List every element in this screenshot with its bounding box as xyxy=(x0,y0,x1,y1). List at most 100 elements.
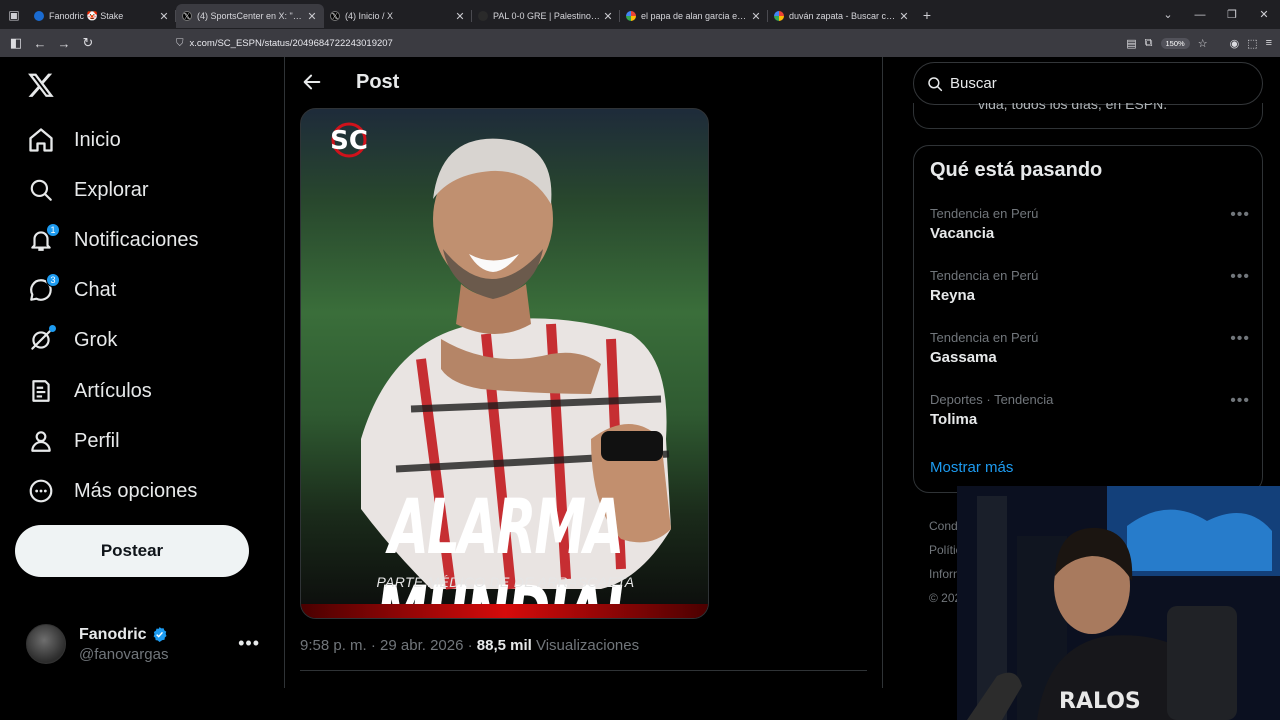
browser-tab[interactable]: duván zapata - Buscar con Goo ✕ xyxy=(768,4,916,28)
post-button[interactable]: Postear xyxy=(15,525,249,577)
new-tab-icon[interactable]: + xyxy=(916,7,938,23)
search-input[interactable]: Buscar xyxy=(913,62,1263,105)
close-tab-icon[interactable]: ✕ xyxy=(306,10,318,23)
forward-icon[interactable]: → xyxy=(52,36,76,51)
divider xyxy=(300,670,867,671)
x-favicon-icon: 𝕏 xyxy=(182,11,192,21)
bell-icon: 1 xyxy=(26,223,60,255)
screenshot-icon[interactable]: ⧉ xyxy=(1145,37,1153,50)
back-arrow-icon[interactable] xyxy=(301,71,323,93)
image-headline: ALARMA MUNDIAL xyxy=(375,485,637,619)
tab-title: Fanodric 🤡 Stake xyxy=(49,10,124,21)
profile-summary-card: vida, todos los días, en ESPN. xyxy=(913,103,1263,129)
reader-view-icon[interactable]: ▤ xyxy=(1126,37,1136,50)
close-tab-icon[interactable]: ✕ xyxy=(898,10,910,23)
nav-label: Grok xyxy=(74,328,118,351)
trend-item[interactable]: Tendencia en Perú Gassama ••• xyxy=(930,330,1250,366)
extensions-icon[interactable]: ⬚ xyxy=(1247,37,1257,50)
left-navigation: Inicio Explorar 1 Notificaciones 3 Chat … xyxy=(0,57,284,720)
sidebar-toggle-icon[interactable]: ◧ xyxy=(4,35,28,51)
site-info-icon[interactable]: ⛉ xyxy=(176,38,184,49)
account-switcher[interactable]: Fanodric @fanovargas ••• xyxy=(26,623,270,665)
trend-item[interactable]: Tendencia en Perú Vacancia ••• xyxy=(930,206,1250,242)
close-tab-icon[interactable]: ✕ xyxy=(750,10,762,23)
grok-icon xyxy=(26,325,56,355)
streamer-camera-feed: RALOS xyxy=(957,486,1280,720)
trends-title: Qué está pasando xyxy=(930,159,1103,181)
views-label: Visualizaciones xyxy=(531,637,640,654)
nav-item-inicio[interactable]: Inicio xyxy=(26,122,121,158)
articles-icon xyxy=(26,376,56,406)
nav-item-explorar[interactable]: Explorar xyxy=(26,172,148,208)
image-accent-bar xyxy=(301,604,708,618)
nav-item-perfil[interactable]: Perfil xyxy=(26,423,120,459)
nav-label: Más opciones xyxy=(74,479,198,502)
image-subheadline: PARTE MÉDICO DE DE ARRASCAETA xyxy=(376,574,635,590)
nav-item-chat[interactable]: 3 Chat xyxy=(26,272,116,308)
address-bar[interactable]: ⛉ x.com/SC_ESPN/status/20496847222430192… xyxy=(176,33,393,53)
bookmark-star-icon[interactable]: ☆ xyxy=(1198,37,1208,50)
trend-name: Reyna xyxy=(930,287,976,304)
close-tab-icon[interactable]: ✕ xyxy=(158,10,170,23)
tab-title: (4) Inicio / X xyxy=(345,11,394,21)
trend-more-icon[interactable]: ••• xyxy=(1230,268,1250,286)
search-icon xyxy=(26,175,56,205)
tab-list-chevron-icon[interactable]: ⌄ xyxy=(1152,8,1184,21)
trend-more-icon[interactable]: ••• xyxy=(1230,206,1250,224)
nav-label: Artículos xyxy=(74,379,152,402)
trend-context: Tendencia en Perú xyxy=(930,330,1039,345)
back-icon[interactable]: ← xyxy=(28,36,52,51)
browser-tab[interactable]: Fanodric 🤡 Stake ✕ xyxy=(28,4,176,28)
window-controls: ⌄ — ❐ ✕ xyxy=(1152,0,1280,29)
close-window-icon[interactable]: ✕ xyxy=(1248,8,1280,21)
post-timestamp[interactable]: 9:58 p. m. · 29 abr. 2026 · xyxy=(300,637,477,654)
close-tab-icon[interactable]: ✕ xyxy=(602,10,614,23)
views-count: 88,5 mil xyxy=(476,637,532,654)
webcam-overlay: RALOS xyxy=(957,486,1280,720)
browser-toolbar: ◧ ← → ↻ ⛉ x.com/SC_ESPN/status/204968472… xyxy=(0,29,1280,57)
avatar xyxy=(26,624,66,664)
trend-name: Tolima xyxy=(930,411,978,428)
restore-icon[interactable]: ❐ xyxy=(1216,8,1248,21)
google-favicon-icon xyxy=(626,11,636,21)
profile-bio-text: vida, todos los días, en ESPN. xyxy=(978,103,1168,112)
browser-tab[interactable]: PAL 0-0 GRE | Palestino (Chi) vs ✕ xyxy=(472,4,620,28)
trend-name: Gassama xyxy=(930,349,997,366)
x-logo-icon[interactable] xyxy=(27,71,55,99)
account-more-icon[interactable]: ••• xyxy=(238,633,260,654)
tab-title: (4) SportsCenter en X: "🚨 ¡ATE xyxy=(197,10,306,21)
post-meta: 9:58 p. m. · 29 abr. 2026 · 88,5 mil Vis… xyxy=(300,637,639,654)
tab-title: PAL 0-0 GRE | Palestino (Chi) vs xyxy=(493,11,602,21)
account-icon[interactable]: ◉ xyxy=(1230,37,1240,50)
account-name: Fanodric xyxy=(79,625,147,643)
trend-context: Tendencia en Perú xyxy=(930,206,1039,221)
close-tab-icon[interactable]: ✕ xyxy=(454,10,466,23)
svg-text:RALOS: RALOS xyxy=(1059,689,1141,714)
site-favicon-icon xyxy=(478,11,488,21)
stake-favicon-icon xyxy=(34,11,44,21)
nav-label: Perfil xyxy=(74,429,120,452)
menu-icon[interactable]: ≡ xyxy=(1266,37,1272,49)
nav-item-articulos[interactable]: Artículos xyxy=(26,373,152,409)
zoom-level[interactable]: 150% xyxy=(1160,37,1190,49)
trend-more-icon[interactable]: ••• xyxy=(1230,392,1250,410)
trend-item[interactable]: Tendencia en Perú Reyna ••• xyxy=(930,268,1250,304)
nav-item-notificaciones[interactable]: 1 Notificaciones xyxy=(26,222,199,258)
show-more-link[interactable]: Mostrar más xyxy=(930,459,1013,476)
page-title: Post xyxy=(356,71,400,93)
trend-context: Deportes · Tendencia xyxy=(930,392,1054,407)
tab-overview-icon[interactable]: ▣ xyxy=(0,0,28,29)
reload-icon[interactable]: ↻ xyxy=(76,35,100,51)
post-image[interactable]: SC ALARMA MUNDIAL PARTE MÉDICO DE DE ARR… xyxy=(300,108,709,619)
verified-badge-icon xyxy=(153,627,167,642)
nav-item-mas-opciones[interactable]: Más opciones xyxy=(26,473,197,509)
browser-tab-active[interactable]: 𝕏 (4) SportsCenter en X: "🚨 ¡ATE ✕ xyxy=(176,4,324,28)
trend-item[interactable]: Deportes · Tendencia Tolima ••• xyxy=(930,392,1250,428)
browser-tab[interactable]: el papa de alan garcia estuvo p ✕ xyxy=(620,4,768,28)
home-icon xyxy=(26,125,56,155)
chat-icon: 3 xyxy=(26,273,60,305)
trend-more-icon[interactable]: ••• xyxy=(1230,330,1250,348)
browser-tab[interactable]: 𝕏 (4) Inicio / X ✕ xyxy=(324,4,472,28)
nav-item-grok[interactable]: Grok xyxy=(26,322,117,358)
minimize-icon[interactable]: — xyxy=(1184,9,1216,21)
